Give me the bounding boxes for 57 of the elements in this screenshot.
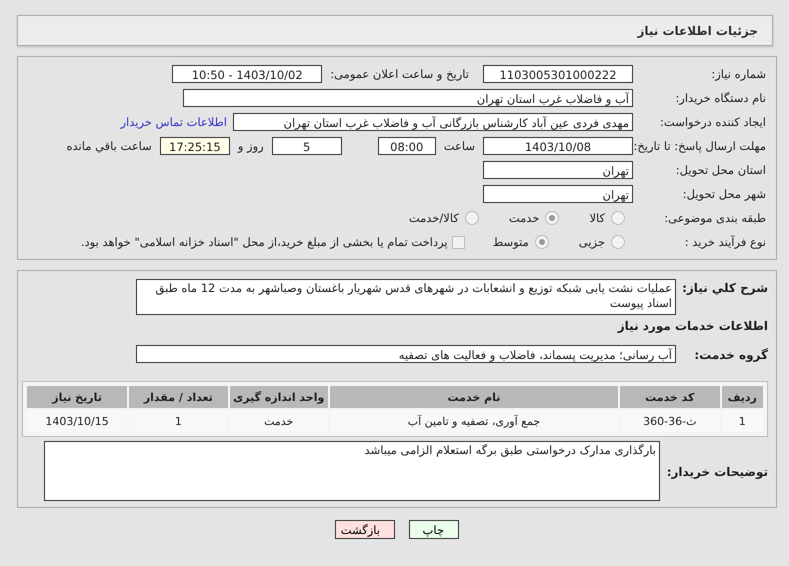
table-cell: ث-36-360 — [620, 410, 720, 432]
column-header: کد خدمت — [620, 386, 720, 408]
field-label: مهلت ارسال پاسخ: تا تاریخ: — [633, 139, 767, 153]
city-field: تهران — [483, 185, 633, 203]
table-cell: 1 — [129, 410, 228, 432]
buyer-org-field: آب و فاضلاب غرب استان تهران — [183, 89, 633, 107]
field-label: ایجاد کننده درخواست: — [659, 115, 767, 129]
radio-label: کالا — [589, 211, 605, 225]
checkbox[interactable] — [452, 236, 465, 248]
radio-button[interactable] — [611, 235, 625, 249]
radio-label: جزیی — [578, 235, 605, 249]
table-cell: 1403/10/15 — [27, 410, 128, 432]
table-cell: خدمت — [230, 410, 328, 432]
radio-button[interactable] — [534, 235, 549, 249]
column-header: تعداد / مقدار — [129, 386, 228, 408]
days-field: 5 — [272, 137, 342, 155]
announce-date-field: 1403/10/02 - 10:50 — [172, 65, 322, 83]
creator-field: مهدی فردی عین آباد کارشناس بازرگانی آب و فاضلاب غرب استان تهران — [233, 113, 633, 131]
field-label: استان محل تحویل: — [674, 163, 767, 177]
remaining-label: ساعت باقي مانده — [66, 139, 152, 153]
radio-label: خدمت — [508, 211, 540, 225]
buyer-contact-link[interactable]: اطلاعات تماس خریدار — [120, 115, 227, 129]
radio-button[interactable] — [464, 211, 479, 225]
field-label: نوع فرآیند خرید : — [684, 235, 767, 249]
page-title: جزئیات اطلاعات نیاز — [637, 24, 758, 38]
checkbox-label: پرداخت تمام یا بخشی از مبلغ خرید،از محل "اسناد خزانه اسلامی" خواهد بود. — [80, 235, 448, 249]
column-header: تاریخ نیاز — [27, 386, 128, 408]
deadline-date-field: 1403/10/08 — [483, 137, 633, 155]
table-cell: جمع آوری، تصفیه و تامین آب — [330, 410, 618, 432]
field-label: توضیحات خریدار: — [668, 464, 768, 479]
remaining-time-field: 17:25:15 — [160, 137, 230, 155]
service-group-field: آب رسانی؛ مدیریت پسماند، فاضلاب و فعالیت های تصفیه — [136, 345, 676, 363]
field-label: شماره نیاز: — [710, 67, 767, 81]
field-label: گروه خدمت: — [693, 347, 768, 362]
notes-textarea[interactable]: بارگذاری مدارک درخواستی طبق برگه استعلام الزامی میباشد — [44, 441, 660, 501]
column-header: نام خدمت — [330, 386, 618, 408]
need-number-field: 1103005301000222 — [483, 65, 633, 83]
print-button[interactable]: چاپ — [409, 520, 459, 539]
description-textarea[interactable]: عملیات نشت یابی شبکه توزیع و انشعابات در شهرهای قدس شهریار باغستان وصباشهر به مدت 12 ماه طبق اسناد پیوست — [136, 279, 676, 315]
radio-label: متوسط — [492, 235, 529, 249]
field-label: تاریخ و ساعت اعلان عمومی: — [330, 67, 469, 81]
section-heading: اطلاعات خدمات مورد نیاز — [616, 319, 768, 333]
table-cell: 1 — [722, 410, 763, 432]
field-label: نام دستگاه خریدار: — [674, 91, 767, 105]
days-label: روز و — [238, 139, 264, 153]
column-header: ردیف — [722, 386, 763, 408]
field-label: طبقه بندی موضوعی: — [663, 211, 767, 225]
radio-label: کالا/خدمت — [408, 211, 459, 225]
time-label: ساعت — [444, 139, 475, 153]
field-label: شهر محل تحویل: — [682, 187, 767, 201]
back-button[interactable]: بازگشت — [335, 520, 395, 539]
radio-button[interactable] — [545, 211, 560, 225]
radio-button[interactable] — [611, 211, 625, 225]
deadline-time-field: 08:00 — [378, 137, 436, 155]
column-header: واحد اندازه گیری — [230, 386, 328, 408]
field-label: شرح کلي نیاز: — [681, 280, 768, 295]
province-field: تهران — [483, 161, 633, 179]
